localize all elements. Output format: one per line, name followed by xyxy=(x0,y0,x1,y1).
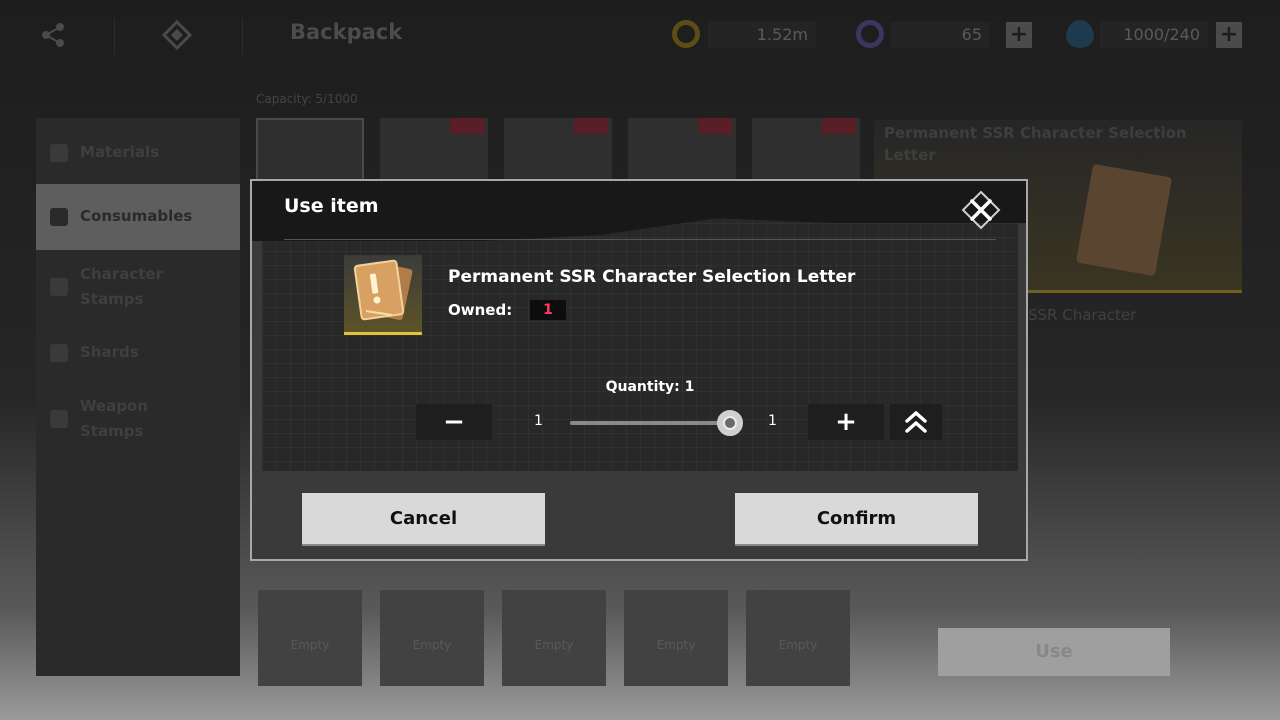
sidebar-item-materials[interactable]: Materials xyxy=(36,138,240,168)
dialog-title: Use item xyxy=(284,195,379,217)
close-icon xyxy=(961,190,1001,230)
capacity-text: Capacity: 5/1000 xyxy=(256,92,358,106)
max-button[interactable] xyxy=(890,404,942,440)
plus-icon: + xyxy=(835,407,857,437)
divider xyxy=(242,18,243,54)
sidebar-item-weapon-stamps[interactable]: Weapon Stamps xyxy=(36,394,240,448)
close-button[interactable] xyxy=(960,189,1002,231)
share-icon[interactable] xyxy=(38,20,68,50)
selection-letter-icon xyxy=(353,259,413,321)
gem-icon xyxy=(856,20,884,48)
cancel-button[interactable]: Cancel xyxy=(302,493,545,544)
item-name: Permanent SSR Character Selection Letter xyxy=(448,267,856,287)
sidebar-item-label: Character Stamps xyxy=(80,265,163,308)
add-energy-button[interactable]: + xyxy=(1216,22,1242,48)
consumables-icon xyxy=(50,208,68,226)
detail-subtitle: SSR Character xyxy=(1028,306,1137,324)
detail-title: Permanent SSR Character Selection Letter xyxy=(884,124,1187,164)
sidebar-item-consumables[interactable]: Consumables xyxy=(36,184,240,250)
item-icon xyxy=(344,255,422,335)
sidebar-item-label: Consumables xyxy=(80,207,193,225)
stamp-icon xyxy=(50,278,68,296)
new-badge xyxy=(574,118,608,134)
materials-icon xyxy=(50,144,68,162)
sidebar-item-label: Materials xyxy=(80,143,160,161)
use-button[interactable]: Use xyxy=(938,628,1170,676)
slider-thumb[interactable] xyxy=(717,410,743,436)
sidebar-item-character-stamps[interactable]: Character Stamps xyxy=(36,260,240,314)
min-quantity: 1 xyxy=(534,413,543,429)
add-gems-button[interactable]: + xyxy=(1006,22,1032,48)
empty-slot: Empty xyxy=(380,590,484,686)
sidebar-item-label: Weapon Stamps xyxy=(80,397,149,440)
gold-amount: 1.52m xyxy=(708,22,816,48)
weapon-stamp-icon xyxy=(50,410,68,428)
owned-count: 1 xyxy=(530,300,566,320)
energy-flame-icon xyxy=(1066,20,1094,48)
empty-slot: Empty xyxy=(258,590,362,686)
new-badge xyxy=(698,118,732,134)
divider xyxy=(284,239,996,240)
empty-slot: Empty xyxy=(502,590,606,686)
quantity-slider[interactable] xyxy=(570,421,730,425)
top-bar: Backpack 1.52m 65 + 1000/240 + xyxy=(0,0,1280,70)
diamond-menu-icon[interactable] xyxy=(161,19,193,51)
gem-amount: 65 xyxy=(890,22,990,48)
increase-button[interactable]: + xyxy=(808,404,884,440)
category-sidebar: Materials Consumables Character Stamps S… xyxy=(36,118,240,676)
empty-slot: Empty xyxy=(624,590,728,686)
minus-icon: − xyxy=(443,407,465,437)
use-item-dialog: Use item Permanent SSR Character Selecti… xyxy=(250,179,1028,561)
double-chevron-up-icon xyxy=(905,411,927,433)
max-quantity: 1 xyxy=(768,413,777,429)
letter-icon xyxy=(1075,163,1173,277)
gold-coin-icon xyxy=(672,20,700,48)
confirm-button[interactable]: Confirm xyxy=(735,493,978,544)
quantity-label: Quantity: 1 xyxy=(605,379,695,395)
new-badge xyxy=(450,118,484,134)
divider xyxy=(114,18,115,54)
empty-slot: Empty xyxy=(746,590,850,686)
shards-icon xyxy=(50,344,68,362)
energy-amount: 1000/240 xyxy=(1100,22,1208,48)
page-title: Backpack xyxy=(290,20,403,44)
sidebar-item-shards[interactable]: Shards xyxy=(36,340,240,370)
owned-label: Owned: xyxy=(448,301,513,319)
new-badge xyxy=(822,118,856,134)
sidebar-item-label: Shards xyxy=(80,343,139,361)
decrease-button[interactable]: − xyxy=(416,404,492,440)
